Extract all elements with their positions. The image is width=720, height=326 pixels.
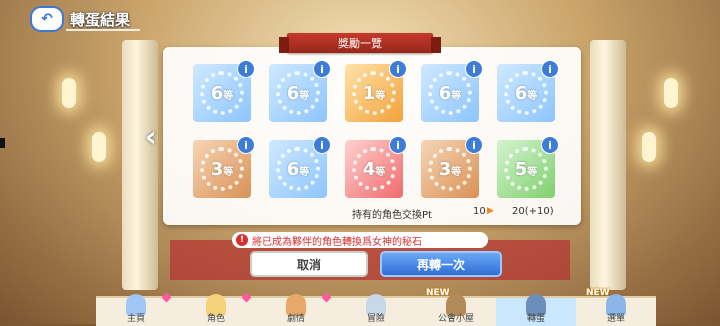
top-bar: ↶ 轉蛋結果 bbox=[30, 6, 131, 32]
back-arrow-icon[interactable]: ↶ bbox=[30, 6, 64, 32]
nav-item[interactable]: 轉蛋 bbox=[496, 294, 576, 326]
nav-item[interactable]: 主頁 bbox=[96, 292, 176, 326]
reward-rank: 4等 bbox=[363, 159, 386, 180]
rank-number: 6 bbox=[210, 82, 224, 104]
draw-again-button[interactable]: 再轉一次 bbox=[380, 251, 502, 277]
chevron-left-icon[interactable]: ‹ bbox=[145, 120, 157, 153]
reward-card[interactable]: 3等 i bbox=[193, 136, 255, 198]
nav-label: 劇情 bbox=[286, 314, 305, 324]
info-icon[interactable]: i bbox=[313, 136, 331, 154]
nav-item[interactable]: NEW 公會小屋 bbox=[416, 288, 496, 326]
reward-rank: 6等 bbox=[211, 83, 234, 104]
reward-ribbon: 獎勵一覽 bbox=[279, 33, 441, 53]
rank-suffix: 等 bbox=[223, 90, 234, 102]
rank-suffix: 等 bbox=[527, 90, 538, 102]
pt-label: 持有的角色交換Pt bbox=[352, 210, 432, 221]
reward-rank: 5等 bbox=[515, 159, 538, 180]
page-title: 轉蛋結果 bbox=[70, 10, 131, 29]
rank-number: 6 bbox=[514, 82, 528, 104]
notice-text: 將已成為夥伴的角色轉換爲女神的秘石 bbox=[252, 236, 422, 248]
rank-suffix: 等 bbox=[375, 90, 386, 102]
rank-number: 6 bbox=[438, 82, 452, 104]
title-underline bbox=[66, 29, 140, 31]
reward-card[interactable]: 6等 i bbox=[497, 60, 559, 122]
reward-card[interactable]: 5等 i bbox=[497, 136, 559, 198]
rank-suffix: 等 bbox=[299, 166, 310, 178]
nav-item[interactable]: 劇情 bbox=[256, 292, 336, 326]
cancel-button[interactable]: 取消 bbox=[250, 251, 368, 277]
nav-label: 角色 bbox=[206, 314, 225, 324]
reward-rank: 6等 bbox=[287, 159, 310, 180]
nav-label: 冒險 bbox=[366, 314, 385, 324]
reward-rank: 3等 bbox=[439, 159, 462, 180]
rank-number: 6 bbox=[286, 82, 300, 104]
info-icon[interactable]: i bbox=[541, 136, 559, 154]
reward-card[interactable]: 4等 i bbox=[345, 136, 407, 198]
reward-card[interactable]: 1等 i bbox=[345, 60, 407, 122]
reward-card[interactable]: 3等 i bbox=[421, 136, 483, 198]
reward-grid: 6等 i 6等 i 1等 i 6等 i 6等 i 3等 i 6等 i 4等 i 3等 i 5等 i bbox=[193, 60, 559, 198]
info-icon[interactable]: i bbox=[541, 60, 559, 78]
info-icon[interactable]: i bbox=[465, 136, 483, 154]
wall-lamp bbox=[664, 78, 678, 108]
rank-suffix: 等 bbox=[527, 166, 538, 178]
nav-label: 選單 bbox=[606, 314, 625, 324]
rank-number: 1 bbox=[362, 82, 376, 104]
hall-column bbox=[590, 40, 626, 290]
reward-card[interactable]: 6等 i bbox=[269, 136, 331, 198]
nav-label: 轉蛋 bbox=[526, 314, 545, 324]
pt-current: 10 bbox=[473, 206, 486, 217]
nav-item[interactable]: 冒險 bbox=[336, 294, 416, 326]
reward-rank: 6等 bbox=[515, 83, 538, 104]
notice-banner: ! 將已成為夥伴的角色轉換爲女神的秘石 bbox=[232, 232, 488, 248]
nav-item[interactable]: 角色 bbox=[176, 292, 256, 326]
rank-number: 4 bbox=[362, 158, 376, 180]
new-badge: NEW bbox=[586, 288, 610, 298]
wall-lamp bbox=[642, 132, 656, 162]
info-icon[interactable]: i bbox=[313, 60, 331, 78]
info-icon[interactable]: i bbox=[237, 136, 255, 154]
reward-card[interactable]: 6等 i bbox=[421, 60, 483, 122]
reward-card[interactable]: 6等 i bbox=[193, 60, 255, 122]
nav-label: 主頁 bbox=[126, 314, 145, 324]
rank-number: 3 bbox=[438, 158, 452, 180]
reward-rank: 1等 bbox=[363, 83, 386, 104]
rank-suffix: 等 bbox=[451, 166, 462, 178]
info-icon[interactable]: i bbox=[389, 136, 407, 154]
wall-lamp bbox=[92, 132, 106, 162]
rank-suffix: 等 bbox=[223, 166, 234, 178]
reward-rank: 6等 bbox=[439, 83, 462, 104]
rank-suffix: 等 bbox=[299, 90, 310, 102]
bottom-nav: 主頁 角色 劇情 冒險 NEW 公會小屋 轉蛋 NEW 選單 bbox=[96, 288, 656, 326]
reward-rank: 6等 bbox=[287, 83, 310, 104]
pt-after: 20(+10) bbox=[512, 206, 554, 217]
reward-rank: 3等 bbox=[211, 159, 234, 180]
hall-column bbox=[122, 40, 158, 290]
arrow-right-icon: ▶ bbox=[487, 206, 494, 216]
rank-suffix: 等 bbox=[375, 166, 386, 178]
rank-number: 5 bbox=[514, 158, 528, 180]
edge-mark bbox=[0, 138, 5, 148]
rank-suffix: 等 bbox=[451, 90, 462, 102]
rank-number: 6 bbox=[286, 158, 300, 180]
info-icon[interactable]: i bbox=[237, 60, 255, 78]
new-badge: NEW bbox=[426, 288, 450, 298]
nav-label: 公會小屋 bbox=[437, 314, 474, 324]
reward-card[interactable]: 6等 i bbox=[269, 60, 331, 122]
wall-lamp bbox=[62, 78, 76, 108]
info-icon[interactable]: i bbox=[465, 60, 483, 78]
rank-number: 3 bbox=[210, 158, 224, 180]
nav-item[interactable]: NEW 選單 bbox=[576, 288, 656, 326]
alert-icon: ! bbox=[236, 234, 248, 246]
info-icon[interactable]: i bbox=[389, 60, 407, 78]
